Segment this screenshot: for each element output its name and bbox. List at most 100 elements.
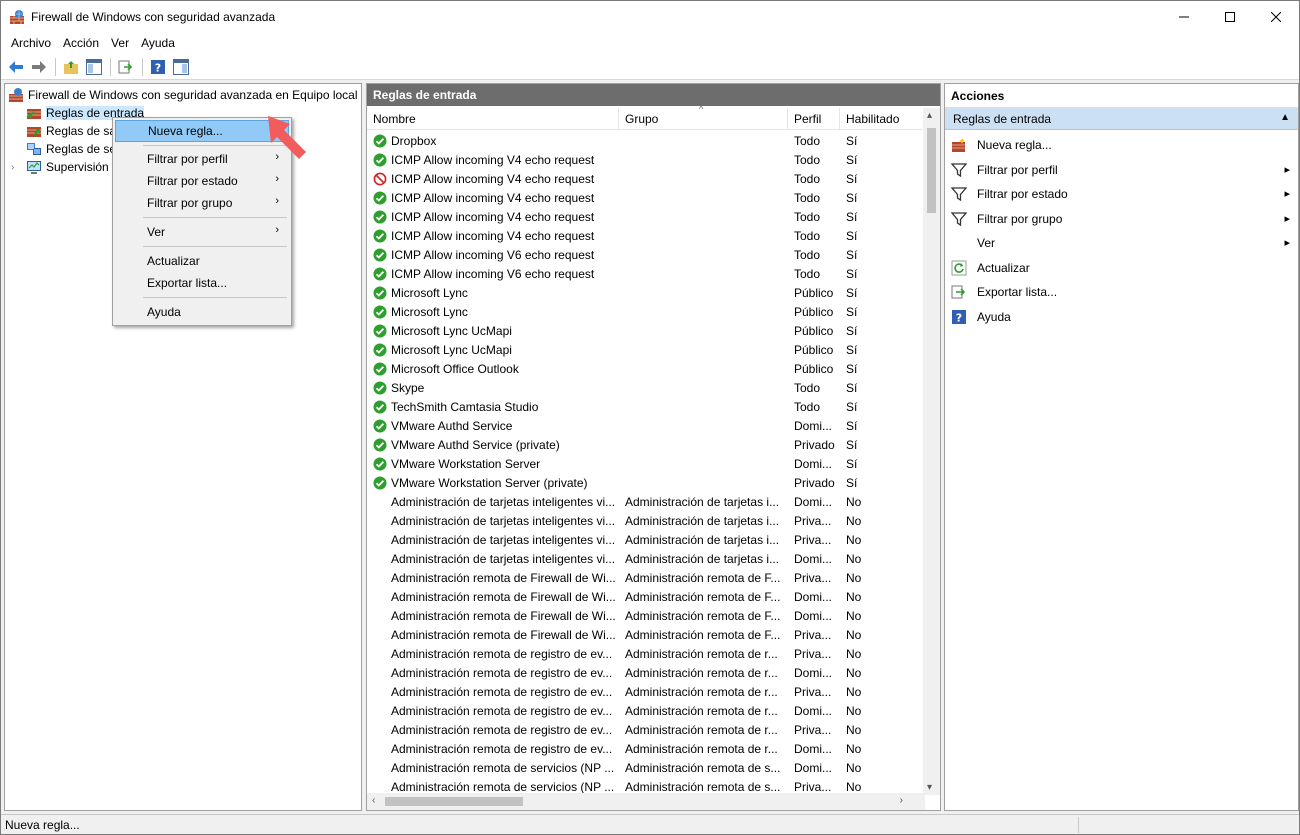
scroll-down-arrow-icon[interactable]: ▾ — [927, 782, 932, 793]
table-row[interactable]: Microsoft Lync UcMapi Público Sí — [367, 341, 922, 360]
filter-icon — [950, 186, 968, 202]
close-button[interactable] — [1253, 1, 1299, 32]
column-header-nombre[interactable]: Nombre — [367, 108, 619, 130]
table-row[interactable]: Skype Todo Sí — [367, 379, 922, 398]
cell-name: Administración remota de registro de ev.… — [391, 685, 613, 699]
table-row[interactable]: Administración remota de registro de ev.… — [367, 702, 922, 721]
pointer-arrow-icon — [268, 116, 306, 159]
cell-name: Administración remota de registro de ev.… — [391, 723, 613, 737]
cell-enabled: Sí — [846, 191, 858, 205]
table-row[interactable]: Administración remota de registro de ev.… — [367, 740, 922, 759]
table-row[interactable]: ICMP Allow incoming V6 echo request Todo S… — [367, 265, 922, 284]
table-row[interactable]: Administración remota de servicios (NP .… — [367, 759, 922, 778]
table-row[interactable]: Administración remota de Firewall de Wi.… — [367, 569, 922, 588]
table-row[interactable]: VMware Workstation Server Domi... Sí — [367, 455, 922, 474]
table-row[interactable]: Microsoft Lync Público Sí — [367, 284, 922, 303]
vertical-scroll-thumb[interactable] — [927, 128, 936, 213]
table-row[interactable]: Administración remota de Firewall de Wi.… — [367, 607, 922, 626]
cell-profile: Privado — [794, 438, 835, 452]
show-hide-tree-icon[interactable] — [83, 56, 105, 78]
table-row[interactable]: Administración de tarjetas inteligentes … — [367, 493, 922, 512]
cell-enabled: No — [846, 571, 862, 585]
scroll-right-arrow-icon[interactable]: › — [900, 795, 903, 806]
table-row[interactable]: Microsoft Lync UcMapi Público Sí — [367, 322, 922, 341]
ctx-filtrar-grupo[interactable]: Filtrar por grupo › — [115, 192, 289, 214]
table-row[interactable]: Administración remota de registro de ev.… — [367, 664, 922, 683]
actions-section-header[interactable]: Reglas de entrada ▲ — [945, 108, 1298, 130]
action-filtrar-por-perfil[interactable]: Filtrar por perfil ▸ — [945, 158, 1298, 182]
column-header-grupo[interactable]: Grupo — [619, 108, 788, 130]
menu-archivo[interactable]: Archivo — [1, 36, 59, 50]
table-row[interactable]: VMware Authd Service (private) Privado Sí — [367, 436, 922, 455]
cell-enabled: Sí — [846, 381, 858, 395]
table-row[interactable]: Microsoft Office Outlook Público Sí — [367, 360, 922, 379]
ctx-filtrar-perfil[interactable]: Filtrar por perfil › — [115, 148, 289, 170]
action-filtrar-por-estado[interactable]: Filtrar por estado ▸ — [945, 182, 1298, 206]
column-header-habilitado[interactable]: Habilitado — [840, 108, 922, 130]
enabled-check-icon — [373, 305, 387, 319]
table-row[interactable]: Dropbox Todo Sí — [367, 132, 922, 151]
cell-group: Administración remota de r... — [625, 704, 778, 718]
table-row[interactable]: Administración remota de registro de ev.… — [367, 645, 922, 664]
action-nueva-regla[interactable]: Nueva regla... — [945, 133, 1298, 157]
cell-profile: Priva... — [794, 571, 832, 585]
menu-accion[interactable]: Acción — [59, 36, 107, 50]
action-ver[interactable]: Ver ▸ — [945, 231, 1298, 255]
up-folder-icon[interactable] — [60, 56, 82, 78]
table-row[interactable]: Administración remota de Firewall de Wi.… — [367, 626, 922, 645]
column-header-perfil[interactable]: Perfil — [788, 108, 840, 130]
vertical-scrollbar[interactable]: ▴ ▾ — [923, 108, 940, 795]
scroll-up-arrow-icon[interactable]: ▴ — [927, 110, 932, 121]
table-row[interactable]: Administración remota de registro de ev.… — [367, 721, 922, 740]
ctx-ver[interactable]: Ver › — [115, 221, 289, 243]
export-list-icon[interactable] — [115, 56, 137, 78]
table-row[interactable]: Administración remota de Firewall de Wi.… — [367, 588, 922, 607]
table-row[interactable]: Administración remota de registro de ev.… — [367, 683, 922, 702]
table-row[interactable]: VMware Authd Service Domi... Sí — [367, 417, 922, 436]
tree-root[interactable]: Firewall de Windows con seguridad avanza… — [8, 86, 358, 104]
table-row[interactable]: VMware Workstation Server (private) Priva… — [367, 474, 922, 493]
menu-ver[interactable]: Ver — [107, 36, 137, 50]
ctx-ayuda[interactable]: Ayuda — [115, 301, 289, 323]
maximize-button[interactable] — [1207, 1, 1253, 32]
expand-chevron-icon[interactable]: › — [11, 162, 23, 173]
tree-item-reglas-seguridad[interactable]: Reglas de se — [26, 140, 116, 158]
table-row[interactable]: Administración de tarjetas inteligentes … — [367, 550, 922, 569]
back-button[interactable] — [5, 56, 27, 78]
tree-item-supervision[interactable]: › Supervisión — [11, 158, 109, 176]
help-icon[interactable]: ? — [147, 56, 169, 78]
table-row[interactable]: ICMP Allow incoming V4 echo request Todo S… — [367, 170, 922, 189]
enabled-check-icon — [373, 286, 387, 300]
table-row[interactable]: ICMP Allow incoming V4 echo request Todo S… — [367, 227, 922, 246]
action-exportar-lista[interactable]: Exportar lista... — [945, 280, 1298, 304]
horizontal-scrollbar[interactable]: ‹ › — [367, 793, 925, 810]
menu-ayuda[interactable]: Ayuda — [137, 36, 183, 50]
action-ayuda[interactable]: ? Ayuda — [945, 305, 1298, 329]
table-row[interactable]: ICMP Allow incoming V4 echo request Todo S… — [367, 151, 922, 170]
ctx-nueva-regla[interactable]: Nueva regla... — [115, 120, 289, 142]
forward-button[interactable] — [28, 56, 50, 78]
enabled-check-icon — [373, 362, 387, 376]
ctx-exportar-lista[interactable]: Exportar lista... — [115, 272, 289, 294]
table-row[interactable]: Administración de tarjetas inteligentes … — [367, 512, 922, 531]
table-row[interactable]: Microsoft Lync Público Sí — [367, 303, 922, 322]
table-row[interactable]: ICMP Allow incoming V6 echo request Todo S… — [367, 246, 922, 265]
cell-enabled: No — [846, 761, 862, 775]
table-row[interactable]: ICMP Allow incoming V4 echo request Todo S… — [367, 208, 922, 227]
table-row[interactable]: Administración de tarjetas inteligentes … — [367, 531, 922, 550]
tree-item-reglas-salida[interactable]: Reglas de sa — [26, 122, 116, 140]
show-hide-action-pane-icon[interactable] — [170, 56, 192, 78]
horizontal-scroll-thumb[interactable] — [385, 797, 523, 806]
submenu-arrow-icon: ▸ — [1284, 163, 1290, 176]
ctx-actualizar[interactable]: Actualizar — [115, 250, 289, 272]
scroll-left-arrow-icon[interactable]: ‹ — [372, 795, 375, 806]
inbound-rules-icon — [26, 105, 42, 121]
minimize-button[interactable] — [1161, 1, 1207, 32]
table-row[interactable]: TechSmith Camtasia Studio Todo Sí — [367, 398, 922, 417]
action-filtrar-por-grupo[interactable]: Filtrar por grupo ▸ — [945, 207, 1298, 231]
collapse-caret-icon[interactable]: ▲ — [1280, 112, 1290, 123]
action-actualizar[interactable]: Actualizar — [945, 256, 1298, 280]
table-row[interactable]: ICMP Allow incoming V4 echo request Todo S… — [367, 189, 922, 208]
enabled-check-icon — [373, 476, 387, 490]
ctx-filtrar-estado[interactable]: Filtrar por estado › — [115, 170, 289, 192]
